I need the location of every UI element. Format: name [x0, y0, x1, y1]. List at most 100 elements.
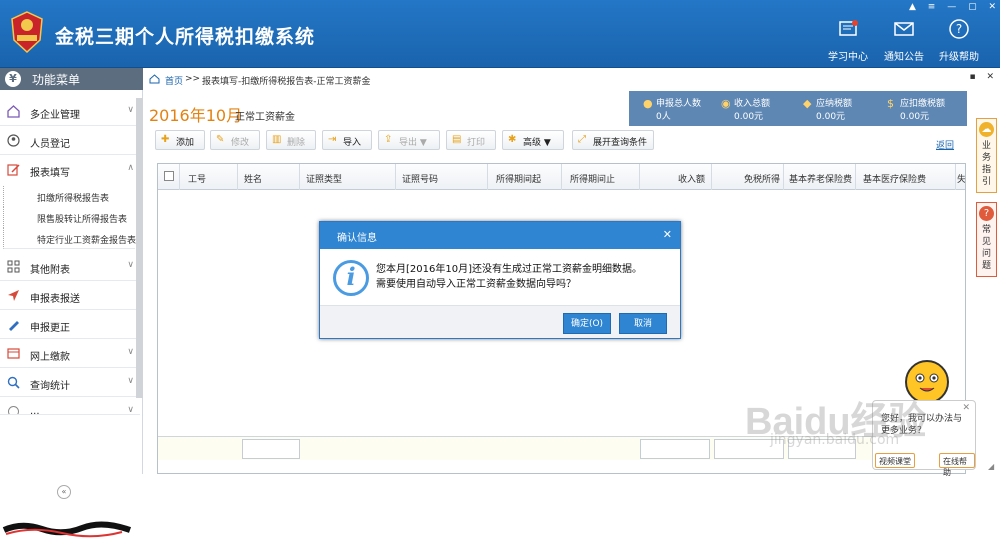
video-class-button[interactable]: 视频课堂	[875, 453, 915, 468]
export-icon: ⇪	[384, 134, 393, 145]
yen-icon: ¥	[5, 71, 21, 87]
page-title: 2016年10月	[149, 106, 243, 125]
ok-button[interactable]: 确定(O)	[563, 313, 611, 334]
sidebar-item-label: 多企业管理	[30, 110, 80, 121]
breadcrumb-home-link[interactable]: 首页	[165, 74, 183, 87]
edit-icon	[7, 164, 20, 176]
delete-icon: ▥	[272, 134, 282, 145]
delete-button[interactable]: ▥ 删除	[266, 130, 316, 150]
study-center-label: 学习中心	[828, 52, 868, 63]
redacted-scribble	[2, 521, 132, 538]
dialog-close-icon[interactable]: ✕	[663, 228, 672, 241]
question-icon: ?	[979, 206, 994, 221]
notice-button[interactable]: 通知公告	[874, 18, 934, 63]
minimize-icon[interactable]: —	[947, 2, 956, 12]
col-header[interactable]: 证照号码	[396, 164, 488, 190]
delete-label: 删除	[287, 138, 306, 148]
col-header[interactable]: 工号	[180, 164, 238, 190]
app-header: 金税三期个人所得税扣缴系统 学习中心 通知公告 ? 升级帮助 ▲ ≡ — ▢ ✕	[0, 0, 1000, 68]
tax-emblem-icon	[11, 11, 43, 54]
assistant-close-icon[interactable]: ✕	[962, 403, 970, 413]
col-header[interactable]: 基本养老保险费	[784, 164, 856, 190]
moneybag-icon: $	[887, 97, 894, 110]
online-help-button[interactable]: 在线帮助	[939, 453, 975, 477]
sidebar-title: 功能菜单	[32, 73, 81, 87]
add-label: 添加	[176, 138, 195, 148]
faq-label: 常见问题	[981, 225, 991, 271]
sidebar-subitem-special-industry[interactable]: 特定行业工资薪金报告表	[3, 228, 136, 249]
cancel-button[interactable]: 取消	[619, 313, 667, 334]
business-guide-tab[interactable]: ☁ 业务指引	[976, 118, 997, 193]
stat-value: 0.00元	[816, 112, 846, 122]
sidebar-item-label: 人员登记	[30, 139, 70, 150]
person-icon	[7, 134, 20, 147]
col-header[interactable]: 证照类型	[300, 164, 396, 190]
sidebar-subitem-restricted-shares[interactable]: 限售股转让所得报告表	[3, 207, 135, 228]
export-button[interactable]: ⇪ 导出 ▼	[378, 130, 440, 150]
sidebar-item-query-stats[interactable]: 查询统计 ∨	[0, 368, 140, 397]
export-label: 导出 ▼	[399, 138, 427, 148]
expand-query-button[interactable]: ⤢ 展开查询条件	[572, 130, 654, 150]
maximize-icon[interactable]: ▢	[968, 2, 977, 12]
upgrade-help-label: 升级帮助	[939, 52, 979, 63]
menu-icon[interactable]: ≡	[928, 2, 936, 12]
breadcrumb-path: 报表填写-扣缴所得税报告表-正常工资薪金	[202, 77, 371, 87]
collapse-sidebar-button[interactable]: «	[57, 485, 71, 499]
dialog-footer: 确定(O) 取消	[320, 305, 680, 338]
confirm-dialog: 确认信息 ✕ i 您本月[2016年10月]还没有生成过正常工资薪金明细数据。 …	[319, 221, 681, 339]
sidebar-item-report-fill[interactable]: 报表填写 ∧	[0, 155, 140, 184]
resize-grip-icon[interactable]: ◢	[988, 462, 998, 472]
watermark-url: jingyan.baidu.com	[770, 432, 900, 448]
sidebar-item-label: 报表填写	[30, 168, 70, 179]
sidebar-item-label: 查询统计	[30, 381, 70, 392]
footer-cell	[640, 439, 710, 459]
search-icon	[7, 376, 20, 389]
back-link[interactable]: 返回	[936, 138, 954, 151]
sidebar-item-report-correct[interactable]: 申报更正	[0, 310, 140, 339]
page-close-icon[interactable]: ✕	[986, 72, 994, 82]
col-header[interactable]: 所得期间起	[488, 164, 562, 190]
sidebar-item-other-attachments[interactable]: 其他附表 ∨	[0, 252, 140, 281]
import-icon: ⇥	[328, 134, 337, 145]
sidebar-subitem-label: 扣缴所得税报告表	[37, 194, 110, 204]
sidebar-scrollbar[interactable]	[136, 98, 143, 398]
svg-text:?: ?	[956, 22, 962, 36]
advanced-button[interactable]: ✱ 高级 ▼	[502, 130, 564, 150]
pin-icon[interactable]: ▪	[969, 72, 975, 82]
upgrade-help-button[interactable]: ? 升级帮助	[929, 18, 989, 63]
col-header[interactable]: 基本医疗保险费	[856, 164, 956, 190]
print-button[interactable]: ▤ 打印	[446, 130, 496, 150]
coin-icon: ◉	[721, 97, 731, 110]
sidebar-item-more[interactable]: ... ∨	[0, 397, 140, 415]
add-button[interactable]: ✚ 添加	[155, 130, 205, 150]
people-icon: ●	[643, 97, 653, 110]
modify-icon: ✎	[216, 134, 225, 145]
modify-button[interactable]: ✎ 修改	[210, 130, 260, 150]
col-header[interactable]: 所得期间止	[562, 164, 640, 190]
footer-cell	[242, 439, 300, 459]
select-all-checkbox[interactable]	[164, 171, 174, 181]
add-icon: ✚	[161, 134, 170, 145]
import-button[interactable]: ⇥ 导入	[322, 130, 372, 150]
sidebar-item-report-send[interactable]: 申报表报送	[0, 281, 140, 310]
mail-icon	[894, 22, 914, 36]
skin-icon[interactable]: ▲	[909, 2, 916, 12]
sidebar-item-online-payment[interactable]: 网上缴款 ∨	[0, 339, 140, 368]
sidebar-subitem-withholding-report[interactable]: 扣缴所得税报告表	[3, 186, 135, 207]
study-center-button[interactable]: 学习中心	[818, 18, 878, 63]
col-header[interactable]: 失	[956, 164, 965, 190]
sidebar-item-person-register[interactable]: 人员登记	[0, 126, 140, 155]
stat-total-income: ◉ 收入总额 0.00元	[717, 95, 801, 123]
guide-icon: ☁	[979, 122, 994, 137]
col-header[interactable]: 收入额	[640, 164, 712, 190]
expand-icon: ⤢	[578, 134, 586, 145]
send-icon	[8, 290, 19, 301]
faq-tab[interactable]: ? 常见问题	[976, 202, 997, 277]
col-header[interactable]: 姓名	[238, 164, 300, 190]
col-header[interactable]: 免税所得	[712, 164, 784, 190]
breadcrumb: 首页 >> 报表填写-扣缴所得税报告表-正常工资薪金	[145, 70, 965, 89]
close-icon[interactable]: ✕	[988, 2, 996, 12]
sidebar-item-multi-enterprise[interactable]: 多企业管理 ∨	[0, 97, 140, 126]
sidebar-subitem-label: 限售股转让所得报告表	[37, 215, 128, 225]
modify-label: 修改	[231, 138, 250, 148]
